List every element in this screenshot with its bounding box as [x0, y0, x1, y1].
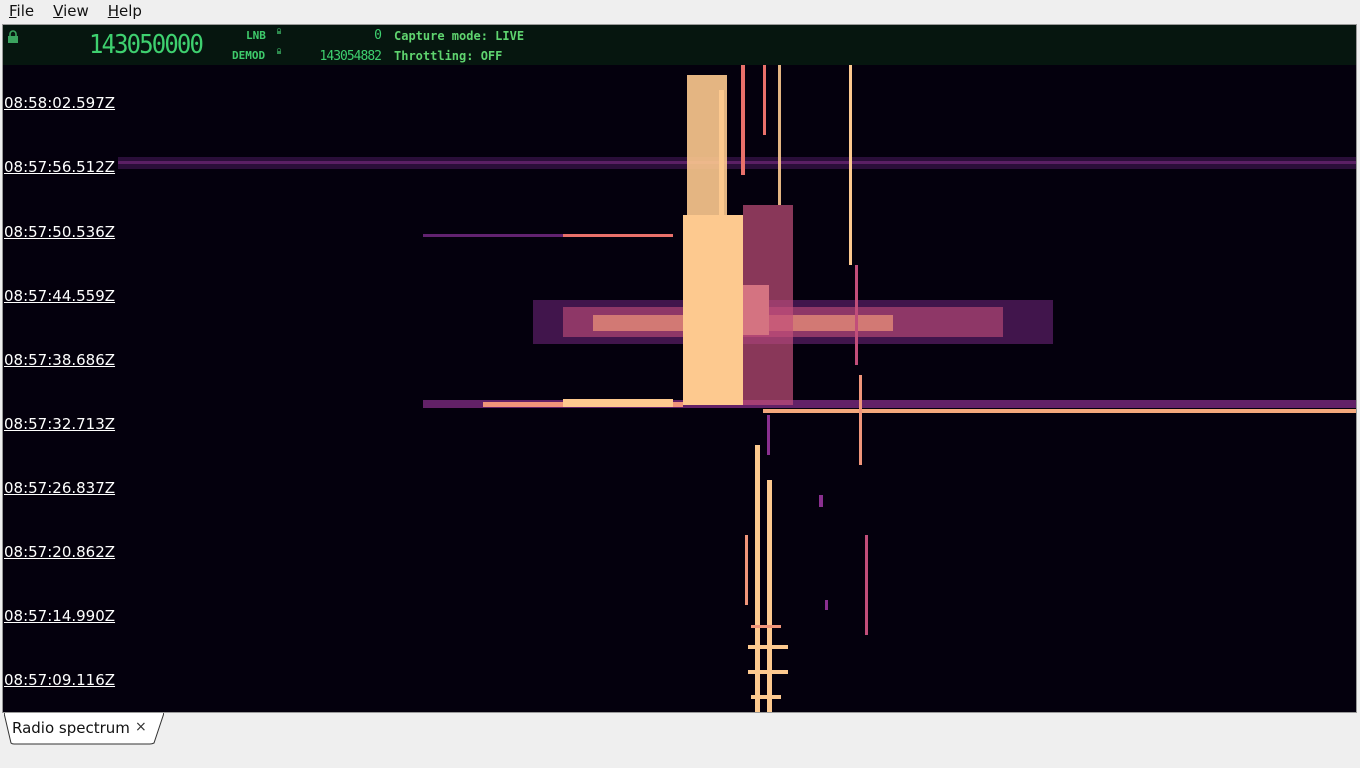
throttling-status: Throttling: OFF — [394, 49, 503, 63]
timestamp-label: 08:57:26.837Z — [4, 479, 116, 497]
waterfall-canvas — [3, 65, 1356, 712]
timestamp-label: 08:58:02.597Z — [4, 94, 116, 112]
demod-value[interactable]: 143054882 — [303, 49, 382, 64]
waterfall-display[interactable]: 08:58:02.597Z 08:57:56.512Z 08:57:50.536… — [3, 65, 1356, 712]
timestamp-label: 08:57:50.536Z — [4, 223, 116, 241]
frequency-display[interactable]: 143050000 — [89, 30, 204, 60]
tab-radio-spectrum[interactable]: Radio spectrum × — [4, 713, 164, 745]
status-bar: 143050000 LNB DEMOD 0 143054882 Capture … — [3, 25, 1356, 65]
lnb-value[interactable]: 0 — [303, 28, 382, 43]
timestamp-label: 08:57:32.713Z — [4, 415, 116, 433]
menu-file[interactable]: File — [5, 2, 38, 20]
timestamp-label: 08:57:09.116Z — [4, 671, 116, 689]
timestamp-label: 08:57:20.862Z — [4, 543, 116, 561]
demod-lock-icon[interactable] — [276, 48, 282, 54]
tab-label: Radio spectrum — [12, 719, 130, 737]
timestamp-label: 08:57:44.559Z — [4, 287, 116, 305]
lnb-label: LNB — [246, 29, 266, 42]
menu-view[interactable]: View — [49, 2, 93, 20]
timestamp-label: 08:57:14.990Z — [4, 607, 116, 625]
lock-icon[interactable] — [6, 30, 20, 44]
menu-help[interactable]: Help — [104, 2, 146, 20]
capture-mode-status: Capture mode: LIVE — [394, 29, 525, 43]
tab-bar: Radio spectrum × — [0, 713, 1360, 768]
lnb-lock-icon[interactable] — [276, 28, 282, 34]
spectrum-panel: 143050000 LNB DEMOD 0 143054882 Capture … — [2, 24, 1357, 713]
close-icon[interactable]: × — [135, 719, 147, 735]
demod-label: DEMOD — [232, 49, 266, 62]
menu-bar: File View Help — [0, 0, 1360, 22]
timestamp-label: 08:57:56.512Z — [4, 158, 116, 176]
timestamp-label: 08:57:38.686Z — [4, 351, 116, 369]
